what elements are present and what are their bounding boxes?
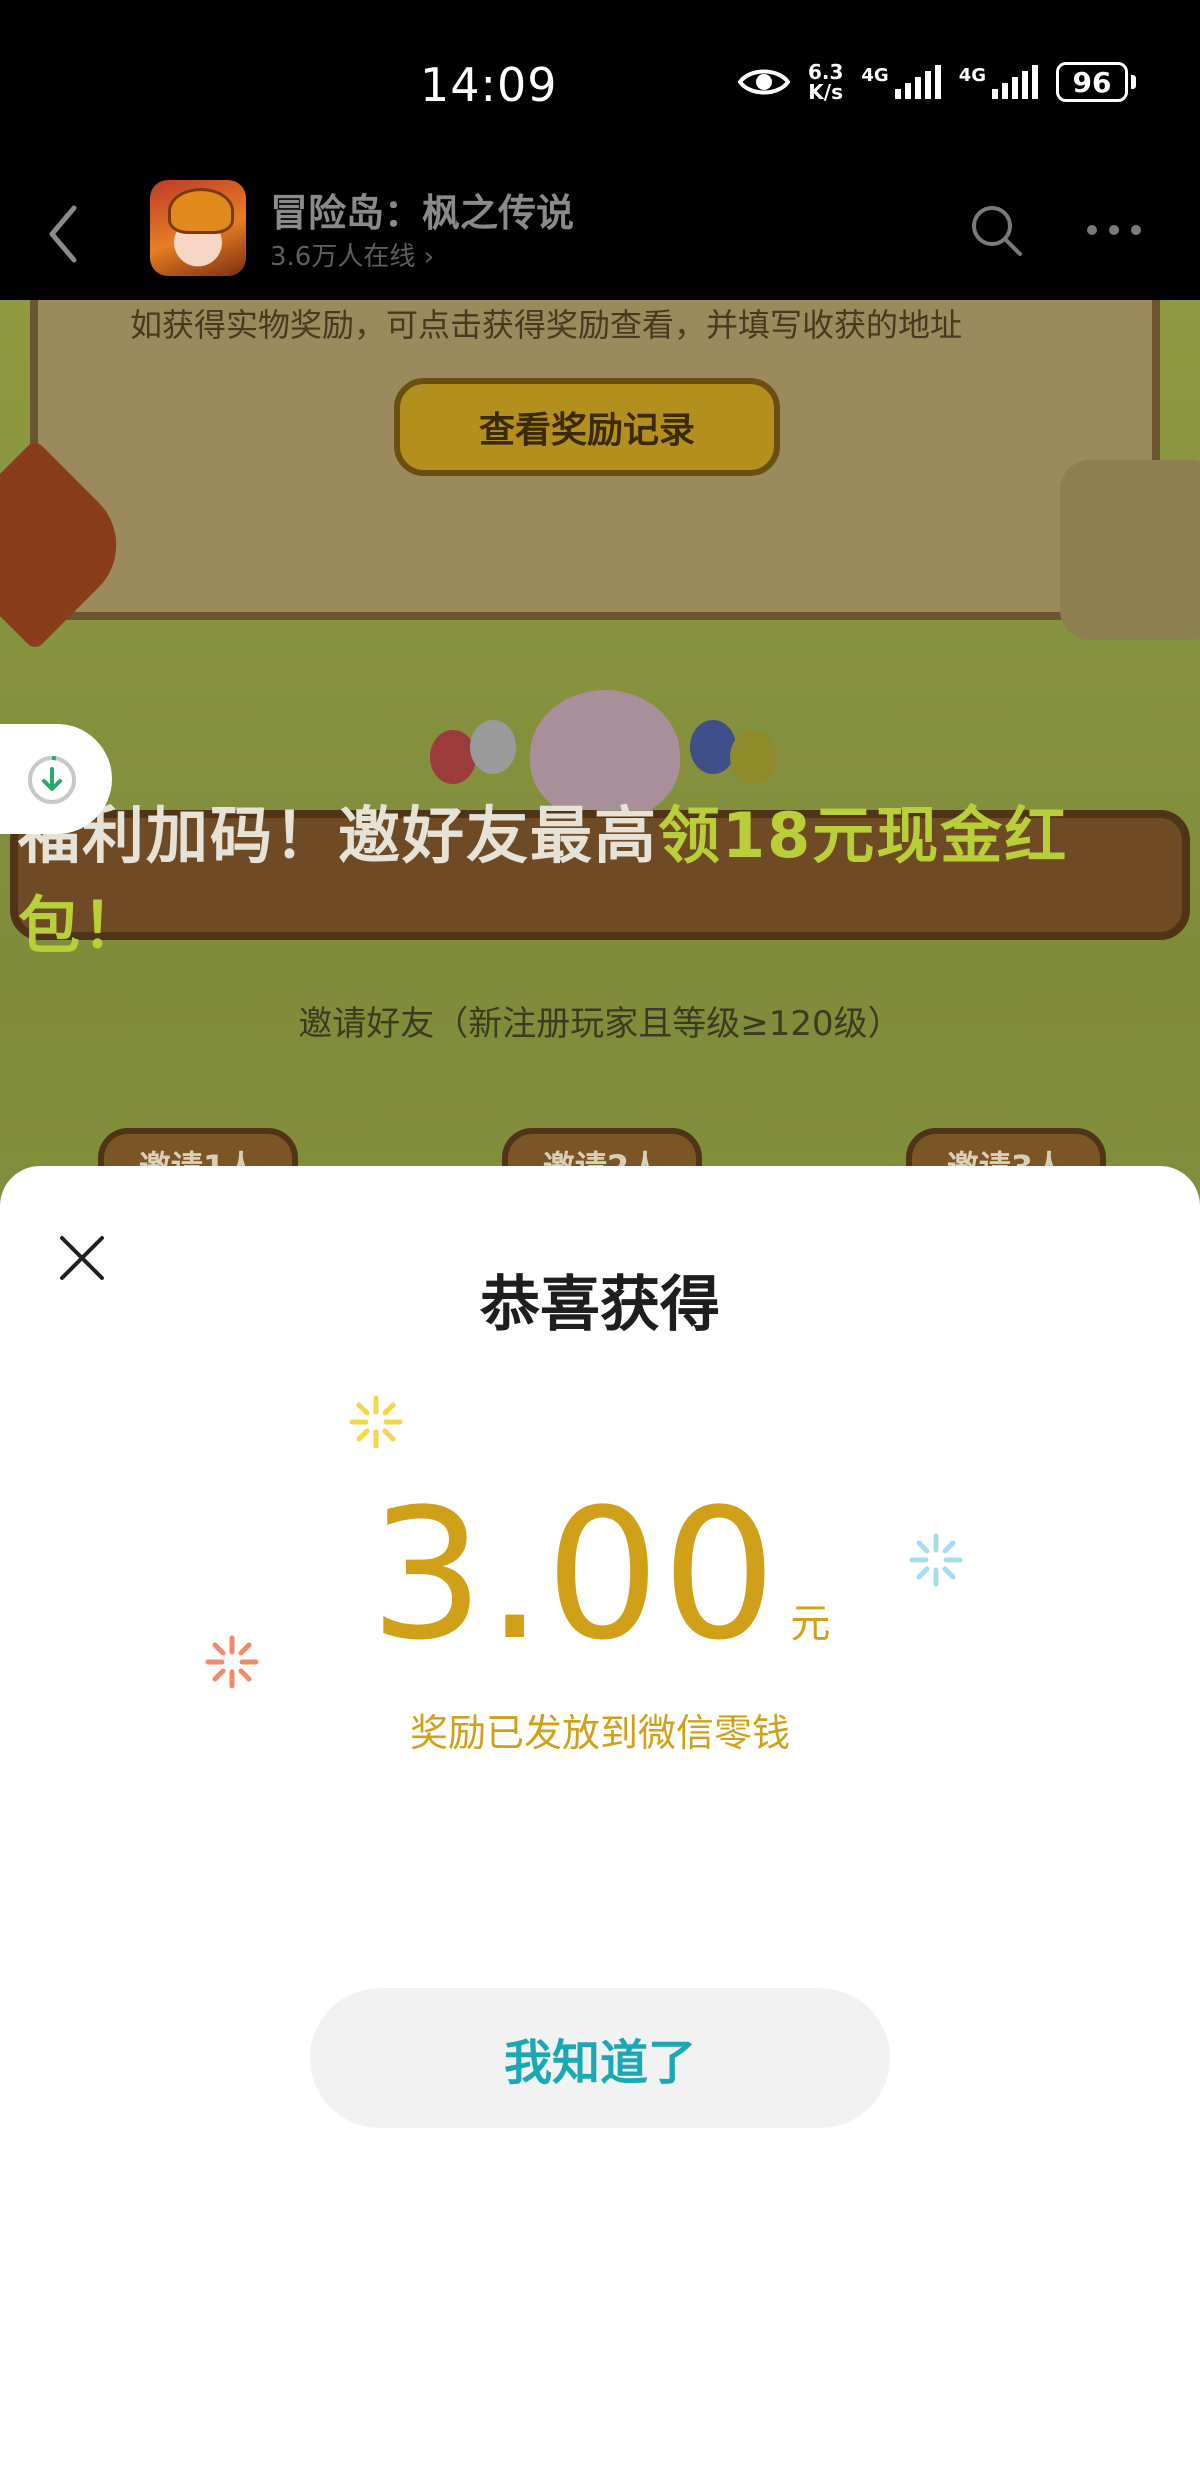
banner-text-part1: 福利加码！邀好友最高	[18, 799, 659, 872]
view-reward-record-button[interactable]: 查看奖励记录	[394, 378, 780, 476]
signal-icon: 4G	[861, 65, 941, 99]
more-icon[interactable]	[1086, 224, 1142, 236]
reward-amount-row: 3.00 元	[0, 1486, 1200, 1666]
invite-note: 邀请好友（新注册玩家且等级≥120级）	[298, 1004, 902, 1044]
app-header: 冒险岛：枫之传说 3.6万人在线 ›	[0, 180, 1200, 300]
download-icon	[28, 756, 76, 804]
net-speed-value: 6.3	[807, 60, 844, 84]
balloon-decoration	[730, 730, 776, 784]
balloon-decoration	[470, 720, 516, 774]
status-time: 14:09	[420, 58, 558, 112]
eye-icon	[737, 69, 790, 95]
back-icon[interactable]	[44, 202, 84, 266]
net-speed: 6.3 K/s	[808, 62, 843, 102]
download-float-button[interactable]	[0, 724, 112, 834]
notice-text: 如获得实物奖励，可点击获得奖励查看，并填写收获的地址	[130, 306, 963, 344]
battery-icon: 96	[1056, 62, 1136, 102]
battery-level: 96	[1056, 62, 1128, 102]
signal-label-2: 4G	[958, 65, 986, 86]
search-icon[interactable]	[968, 202, 1024, 258]
confirm-button[interactable]: 我知道了	[310, 1988, 890, 2128]
net-speed-unit: K/s	[808, 80, 844, 104]
status-icons: 6.3 K/s 4G 4G 96	[737, 62, 1136, 102]
reward-amount: 3.00	[369, 1471, 779, 1680]
sparkle-icon	[349, 1395, 403, 1449]
balloon-decoration	[690, 720, 736, 774]
app-title[interactable]: 冒险岛：枫之传说	[270, 182, 574, 237]
reward-unit: 元	[790, 1601, 831, 1647]
reward-note: 奖励已发放到微信零钱	[409, 1711, 790, 1755]
online-count[interactable]: 3.6万人在线 ›	[270, 236, 434, 273]
dialog-title: 恭喜获得	[480, 1270, 720, 1340]
promo-banner-text: 福利加码！邀好友最高领18元现金红包！	[18, 785, 1182, 965]
reward-dialog: 恭喜获得 3.00 元 奖励已发放到微信零钱 我知道了	[0, 1166, 1200, 2489]
app-logo[interactable]	[150, 180, 246, 276]
status-bar: 14:09 6.3 K/s 4G 4G 96	[0, 0, 1200, 180]
hay-bale-decoration	[1060, 460, 1200, 640]
balloon-decoration	[430, 730, 476, 784]
promo-banner: 福利加码！邀好友最高领18元现金红包！	[10, 799, 1190, 962]
signal-icon-2: 4G	[959, 65, 1038, 99]
signal-label: 4G	[861, 65, 889, 86]
